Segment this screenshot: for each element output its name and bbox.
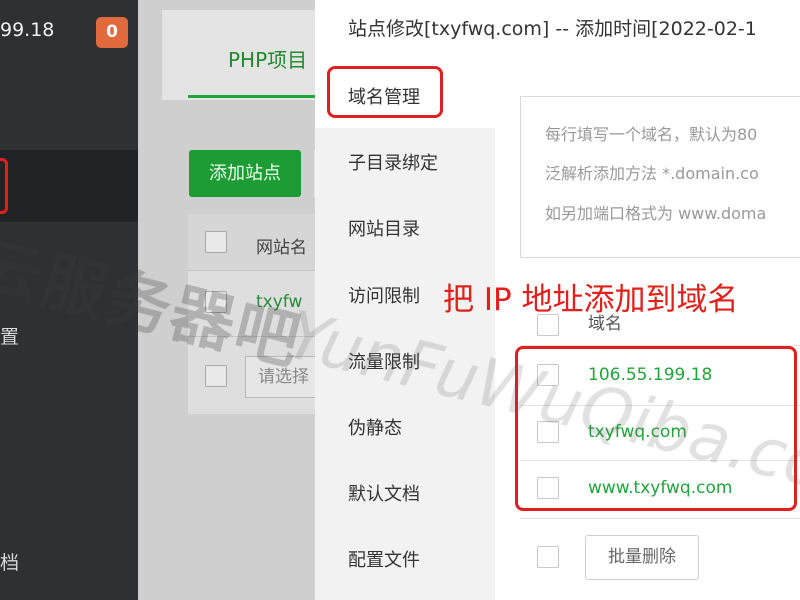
server-ip-label: 99.18 (0, 19, 55, 41)
domain-input-hint: 如另加端口格式为 www.doma (545, 204, 767, 223)
select-all-checkbox[interactable] (205, 231, 227, 253)
site-edit-modal: 站点修改[txyfwq.com] -- 添加时间[2022-02-1 域名管理 … (315, 0, 800, 600)
site-name-link[interactable]: txyfw (256, 292, 302, 312)
highlight-box-sidebar (0, 158, 8, 214)
sidebar-item-label[interactable]: 置 (0, 322, 19, 349)
modal-title: 站点修改[txyfwq.com] -- 添加时间[2022-02-1 (348, 18, 757, 40)
column-site-name: 网站名 (256, 238, 307, 258)
divider (188, 270, 315, 271)
tab-active-indicator (188, 95, 315, 98)
nav-item-subdirectory-binding[interactable]: 子目录绑定 (348, 149, 438, 175)
nav-item-access-restriction[interactable]: 访问限制 (348, 282, 420, 308)
select-all-checkbox[interactable] (537, 314, 559, 336)
batch-action-select[interactable]: 请选择 (245, 356, 315, 398)
tab-php-project[interactable]: PHP项目 (228, 44, 307, 73)
add-site-button[interactable]: 添加站点 (189, 150, 301, 197)
divider (520, 518, 800, 519)
sidebar-item-active[interactable] (0, 150, 138, 222)
divider (188, 336, 315, 337)
site-list-panel-dimmed: PHP项目 添加站点 网站名 txyfw 请选择 (138, 0, 315, 600)
nav-item-rewrite[interactable]: 伪静态 (348, 414, 402, 440)
batch-delete-button[interactable]: 批量删除 (585, 535, 699, 580)
footer-checkbox[interactable] (537, 546, 559, 568)
nav-item-site-directory[interactable]: 网站目录 (348, 215, 420, 241)
sidebar: 99.18 0 置 档 (0, 0, 138, 600)
highlight-box-nav (327, 66, 443, 118)
domain-input-hint: 泛解析添加方法 *.domain.co (545, 164, 759, 183)
notification-badge[interactable]: 0 (96, 17, 128, 48)
sidebar-item-label[interactable]: 档 (0, 548, 19, 575)
row-checkbox[interactable] (205, 291, 227, 313)
nav-item-traffic-limit[interactable]: 流量限制 (348, 348, 420, 374)
footer-checkbox[interactable] (205, 365, 227, 387)
column-domain: 域名 (588, 314, 622, 334)
nav-item-default-document[interactable]: 默认文档 (348, 480, 420, 506)
domain-input-hint: 每行填写一个域名，默认为80 (545, 125, 758, 144)
highlight-box-domains (515, 346, 797, 511)
nav-item-config-file[interactable]: 配置文件 (348, 546, 420, 572)
